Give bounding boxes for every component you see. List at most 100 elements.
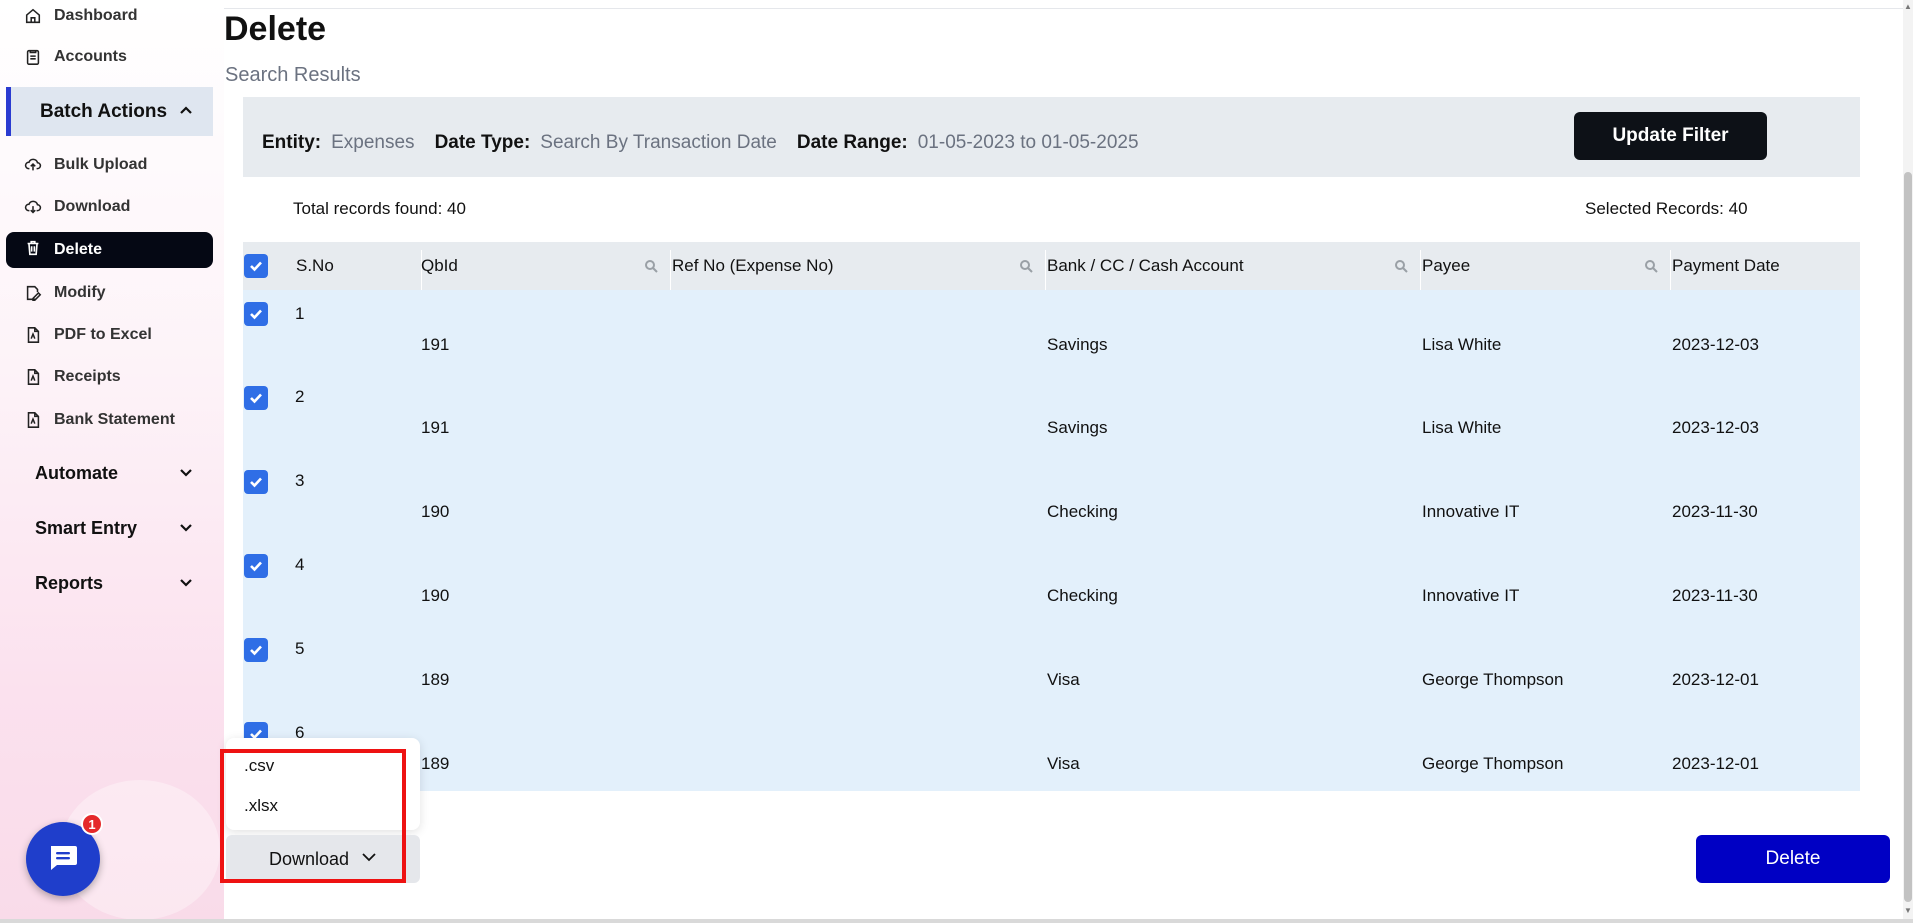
sidebar-item-bank-statement[interactable]: Bank Statement xyxy=(24,406,175,434)
date-type-value: Search By Transaction Date xyxy=(540,132,777,153)
main-content: Delete Search Results Entity: Expenses D… xyxy=(224,0,1889,923)
cell-sno: 2 xyxy=(295,387,305,406)
sidebar-group-smart-entry[interactable]: Smart Entry xyxy=(35,518,193,539)
pdf-icon xyxy=(24,411,42,429)
total-records-count: Total records found: 40 xyxy=(293,199,466,218)
sidebar-group-reports[interactable]: Reports xyxy=(35,573,193,594)
column-divider xyxy=(670,250,671,290)
column-header-account[interactable]: Bank / CC / Cash Account xyxy=(1047,242,1422,290)
cell-payee: George Thompson xyxy=(1422,670,1564,689)
chevron-down-icon xyxy=(179,518,193,539)
checkmark-icon xyxy=(250,645,262,656)
sidebar-item-label: Bank Statement xyxy=(54,411,175,428)
sidebar-group-label: Automate xyxy=(35,463,119,483)
page-subtitle: Search Results xyxy=(225,64,361,86)
sidebar-item-dashboard[interactable]: Dashboard xyxy=(24,2,138,30)
column-header-payee[interactable]: Payee xyxy=(1422,242,1672,290)
table-row[interactable]: 4 190 Checking Innovative IT 2023-11-30 xyxy=(243,542,1860,626)
column-header-label: Payee xyxy=(1422,256,1471,275)
cell-payee: Innovative IT xyxy=(1422,586,1520,605)
chevron-up-icon xyxy=(179,101,193,123)
sidebar-item-download[interactable]: Download xyxy=(24,193,130,221)
date-range-label: Date Range: xyxy=(796,132,908,153)
column-header-qbid[interactable]: QbId xyxy=(421,242,672,290)
table-row[interactable]: 2 191 Savings Lisa White 2023-12-03 xyxy=(243,374,1860,458)
cell-payee: Innovative IT xyxy=(1422,502,1520,521)
cell-sno: 4 xyxy=(295,555,305,574)
column-header-label: S.No xyxy=(296,256,334,275)
column-header-payment-date[interactable]: Payment Date xyxy=(1672,242,1860,290)
table-row[interactable]: 6 189 Visa George Thompson 2023-12-01 xyxy=(243,710,1860,794)
cell-account: Visa xyxy=(1047,670,1080,689)
column-divider xyxy=(1420,250,1421,290)
cloud-download-icon xyxy=(24,198,42,216)
sidebar-item-delete[interactable]: Delete xyxy=(6,232,213,268)
column-header-sno[interactable]: S.No xyxy=(296,242,421,290)
row-checkbox[interactable] xyxy=(244,638,268,662)
table-row[interactable]: 3 190 Checking Innovative IT 2023-11-30 xyxy=(243,458,1860,542)
sidebar-group-automate[interactable]: Automate xyxy=(35,463,193,484)
sidebar-item-label: Modify xyxy=(54,284,106,301)
sidebar-item-label: Accounts xyxy=(54,48,127,65)
sidebar-group-label: Reports xyxy=(35,573,104,593)
column-header-label: Ref No (Expense No) xyxy=(672,256,834,275)
date-range-value: 01-05-2023 to 01-05-2025 xyxy=(917,132,1139,153)
sidebar-item-label: PDF to Excel xyxy=(54,326,152,343)
date-type-label: Date Type: xyxy=(434,132,531,153)
sidebar-item-accounts[interactable]: Accounts xyxy=(24,43,127,71)
chat-icon xyxy=(47,843,79,876)
results-table: S.No QbId Ref No (Expense No) Bank / CC … xyxy=(243,242,1860,791)
cell-payment-date: 2023-12-03 xyxy=(1672,418,1759,437)
column-header-ref-no[interactable]: Ref No (Expense No) xyxy=(672,242,1047,290)
annotation-highlight-box xyxy=(220,749,406,883)
checkmark-icon xyxy=(250,561,262,572)
sidebar-item-label: Download xyxy=(54,198,131,215)
sidebar: Dashboard Accounts Batch Actions Bulk Up… xyxy=(0,0,224,923)
sidebar-item-receipts[interactable]: Receipts xyxy=(24,363,121,391)
sidebar-group-batch-actions[interactable]: Batch Actions xyxy=(6,87,213,136)
search-icon[interactable] xyxy=(1019,258,1033,273)
entity-label: Entity: xyxy=(262,132,322,153)
selected-records-count: Selected Records: 40 xyxy=(1585,199,1748,218)
row-checkbox[interactable] xyxy=(244,554,268,578)
row-checkbox[interactable] xyxy=(244,302,268,326)
cell-payee: George Thompson xyxy=(1422,754,1564,773)
column-header-label: Payment Date xyxy=(1672,256,1780,275)
table-row[interactable]: 5 189 Visa George Thompson 2023-12-01 xyxy=(243,626,1860,710)
table-row[interactable]: 1 191 Savings Lisa White 2023-12-03 xyxy=(243,290,1860,374)
cloud-upload-icon xyxy=(24,156,42,174)
checkmark-icon xyxy=(250,477,262,488)
table-body: 1 191 Savings Lisa White 2023-12-03 2 19… xyxy=(243,290,1860,791)
cell-payee: Lisa White xyxy=(1422,418,1502,437)
search-icon[interactable] xyxy=(1644,258,1658,273)
search-icon[interactable] xyxy=(644,258,658,273)
update-filter-button[interactable]: Update Filter xyxy=(1574,112,1767,160)
scrollbar-thumb[interactable] xyxy=(1904,172,1912,902)
cell-payment-date: 2023-12-01 xyxy=(1672,754,1759,773)
scroll-down-arrow-icon[interactable]: ▼ xyxy=(1903,906,1913,916)
edit-file-icon xyxy=(24,284,42,302)
home-icon xyxy=(24,7,42,25)
cell-payment-date: 2023-11-30 xyxy=(1672,502,1758,521)
sidebar-item-modify[interactable]: Modify xyxy=(24,279,106,307)
search-icon[interactable] xyxy=(1394,258,1408,273)
cell-payment-date: 2023-12-01 xyxy=(1672,670,1759,689)
cell-sno: 5 xyxy=(295,639,305,658)
scroll-up-arrow-icon[interactable]: ▲ xyxy=(1903,2,1913,12)
cell-sno: 1 xyxy=(295,304,305,323)
sidebar-item-label: Dashboard xyxy=(54,7,138,24)
notification-badge: 1 xyxy=(81,813,103,835)
cell-qbid: 190 xyxy=(421,502,450,521)
row-checkbox[interactable] xyxy=(244,470,268,494)
row-checkbox[interactable] xyxy=(244,386,268,410)
delete-button[interactable]: Delete xyxy=(1696,835,1890,883)
sidebar-item-label: Receipts xyxy=(54,368,121,385)
select-all-checkbox[interactable] xyxy=(244,254,268,278)
sidebar-item-bulk-upload[interactable]: Bulk Upload xyxy=(24,151,147,179)
cell-account: Visa xyxy=(1047,754,1080,773)
cell-account: Savings xyxy=(1047,418,1108,437)
bottom-divider xyxy=(0,919,1913,923)
column-header-label: Bank / CC / Cash Account xyxy=(1047,256,1244,275)
entity-value: Expenses xyxy=(331,132,415,153)
sidebar-item-pdf-to-excel[interactable]: PDF to Excel xyxy=(24,321,152,349)
